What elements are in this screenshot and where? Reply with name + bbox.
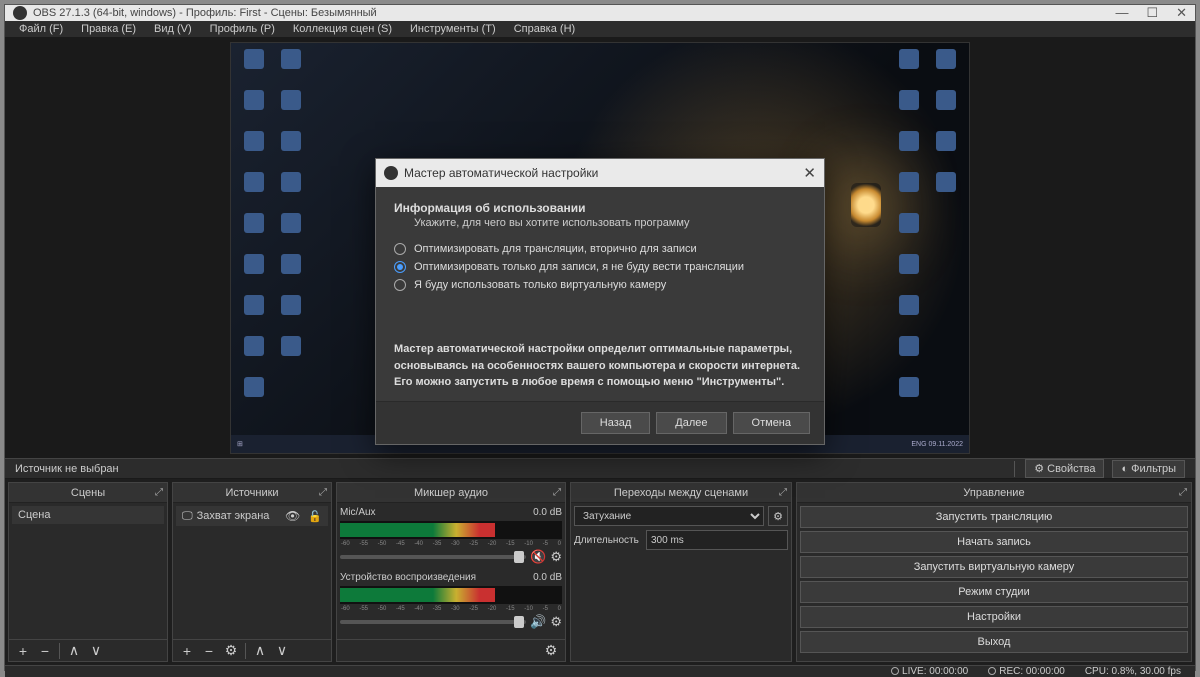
rec-status: REC: 00:00:00	[999, 666, 1065, 677]
menu-file[interactable]: Файл (F)	[11, 21, 71, 37]
wizard-option-streaming[interactable]: Оптимизировать для трансляции, вторично …	[394, 243, 806, 255]
source-item[interactable]: 🖵Захват экрана👁🔓	[176, 506, 328, 526]
wizard-cancel-button[interactable]: Отмена	[733, 412, 810, 434]
filters-button[interactable]: ◐Фильтры	[1112, 460, 1185, 478]
settings-button[interactable]: Настройки	[800, 606, 1188, 628]
channel-name: Устройство воспроизведения	[340, 572, 476, 583]
transition-select[interactable]: Затухание	[574, 506, 764, 526]
source-settings-button[interactable]	[221, 642, 241, 660]
popout-icon[interactable]: ⤢	[1179, 487, 1187, 498]
radio-icon	[394, 261, 406, 273]
menu-edit[interactable]: Правка (E)	[73, 21, 144, 37]
wizard-option-recording[interactable]: Оптимизировать только для записи, я не б…	[394, 261, 806, 273]
add-scene-button[interactable]: +	[13, 642, 33, 660]
transitions-title: Переходы между сценами	[614, 487, 748, 499]
controls-dock: Управление ⤢ Запустить трансляцию Начать …	[796, 482, 1192, 662]
titlebar: OBS 27.1.3 (64-bit, windows) - Профиль: …	[5, 5, 1195, 21]
remove-scene-button[interactable]: −	[35, 642, 55, 660]
scenes-title: Сцены	[71, 487, 105, 499]
popout-icon[interactable]: ⤢	[553, 487, 561, 498]
auto-config-wizard: Мастер автоматической настройки ✕ Информ…	[375, 158, 825, 445]
speaker-icon[interactable]: 🔊	[530, 614, 546, 630]
start-streaming-button[interactable]: Запустить трансляцию	[800, 506, 1188, 528]
channel-settings-button[interactable]	[550, 614, 562, 630]
wizard-subtitle: Укажите, для чего вы хотите использовать…	[414, 217, 806, 229]
scenes-dock: Сцены ⤢ Сцена + − ∧ ∨	[8, 482, 168, 662]
radio-icon	[394, 279, 406, 291]
wizard-back-button[interactable]: Назад	[581, 412, 651, 434]
menu-help[interactable]: Справка (H)	[506, 21, 583, 37]
channel-db: 0.0 dB	[533, 572, 562, 583]
maximize-button[interactable]: ☐	[1146, 5, 1158, 21]
popout-icon[interactable]: ⤢	[779, 487, 787, 498]
no-source-label: Источник не выбран	[15, 463, 119, 475]
obs-logo-icon	[384, 166, 398, 180]
properties-button[interactable]: Свойства	[1025, 459, 1104, 478]
source-up-button[interactable]: ∧	[250, 642, 270, 660]
sources-dock: Источники⤢ 🖵Захват экрана👁🔓 + − ∧ ∨	[172, 482, 332, 662]
controls-title: Управление	[963, 487, 1024, 499]
audio-mixer-dock: Микшер аудио⤢ Mic/Aux0.0 dB -60-55-50-45…	[336, 482, 566, 662]
mute-icon[interactable]: 🔇	[530, 549, 546, 565]
rec-indicator-icon	[988, 667, 996, 675]
wizard-info-1: Мастер автоматической настройки определи…	[394, 343, 800, 372]
filter-icon: ◐	[1121, 463, 1128, 475]
popout-icon[interactable]: ⤢	[155, 487, 163, 498]
scene-down-button[interactable]: ∨	[86, 642, 106, 660]
live-indicator-icon	[891, 667, 899, 675]
wizard-titlebar: Мастер автоматической настройки ✕	[376, 159, 824, 187]
source-down-button[interactable]: ∨	[272, 642, 292, 660]
display-icon: 🖵	[182, 510, 193, 523]
start-recording-button[interactable]: Начать запись	[800, 531, 1188, 553]
minimize-button[interactable]: —	[1115, 5, 1128, 21]
mixer-title: Микшер аудио	[414, 487, 488, 499]
sources-title: Источники	[225, 487, 278, 499]
volume-slider[interactable]	[340, 555, 526, 559]
duration-input[interactable]	[646, 530, 788, 550]
audio-meter	[340, 586, 562, 604]
duration-label: Длительность	[574, 535, 642, 546]
lock-icon[interactable]: 🔓	[308, 510, 322, 523]
wizard-title: Мастер автоматической настройки	[404, 166, 598, 180]
popout-icon[interactable]: ⤢	[319, 487, 327, 498]
menu-tools[interactable]: Инструменты (T)	[402, 21, 504, 37]
source-toolbar: Источник не выбран Свойства ◐Фильтры	[5, 458, 1195, 479]
title-text: OBS 27.1.3 (64-bit, windows) - Профиль: …	[33, 7, 377, 19]
obs-logo-icon	[13, 6, 27, 20]
channel-settings-button[interactable]	[550, 549, 562, 565]
statusbar: LIVE: 00:00:00 REC: 00:00:00 CPU: 0.8%, …	[5, 665, 1195, 677]
channel-db: 0.0 dB	[533, 507, 562, 518]
add-source-button[interactable]: +	[177, 642, 197, 660]
visibility-icon[interactable]: 👁	[285, 509, 300, 523]
studio-mode-button[interactable]: Режим студии	[800, 581, 1188, 603]
live-status: LIVE: 00:00:00	[902, 666, 968, 677]
start-virtualcam-button[interactable]: Запустить виртуальную камеру	[800, 556, 1188, 578]
exit-button[interactable]: Выход	[800, 631, 1188, 653]
channel-name: Mic/Aux	[340, 507, 376, 518]
app-window: OBS 27.1.3 (64-bit, windows) - Профиль: …	[4, 4, 1196, 671]
cpu-status: CPU: 0.8%, 30.00 fps	[1085, 666, 1181, 677]
wizard-close-button[interactable]: ✕	[803, 164, 816, 182]
scene-up-button[interactable]: ∧	[64, 642, 84, 660]
audio-meter	[340, 521, 562, 539]
wizard-heading: Информация об использовании	[394, 201, 806, 215]
wizard-next-button[interactable]: Далее	[656, 412, 726, 434]
menu-view[interactable]: Вид (V)	[146, 21, 200, 37]
volume-slider[interactable]	[340, 620, 526, 624]
gear-icon	[1034, 462, 1044, 475]
wizard-info-2: Его можно запустить в любое время с помо…	[394, 376, 784, 388]
menu-scene-collection[interactable]: Коллекция сцен (S)	[285, 21, 400, 37]
wizard-option-virtualcam[interactable]: Я буду использовать только виртуальную к…	[394, 279, 806, 291]
transition-settings-button[interactable]	[768, 506, 788, 526]
menu-profile[interactable]: Профиль (P)	[202, 21, 283, 37]
menubar: Файл (F) Правка (E) Вид (V) Профиль (P) …	[5, 21, 1195, 38]
preview-area: ⊞ENG 09.11.2022 Мастер автоматической на…	[5, 38, 1195, 458]
radio-icon	[394, 243, 406, 255]
transitions-dock: Переходы между сценами ⤢ Затухание Длител…	[570, 482, 792, 662]
scene-item[interactable]: Сцена	[12, 506, 164, 524]
mixer-settings-button[interactable]	[541, 642, 561, 660]
close-button[interactable]: ✕	[1176, 5, 1187, 21]
remove-source-button[interactable]: −	[199, 642, 219, 660]
